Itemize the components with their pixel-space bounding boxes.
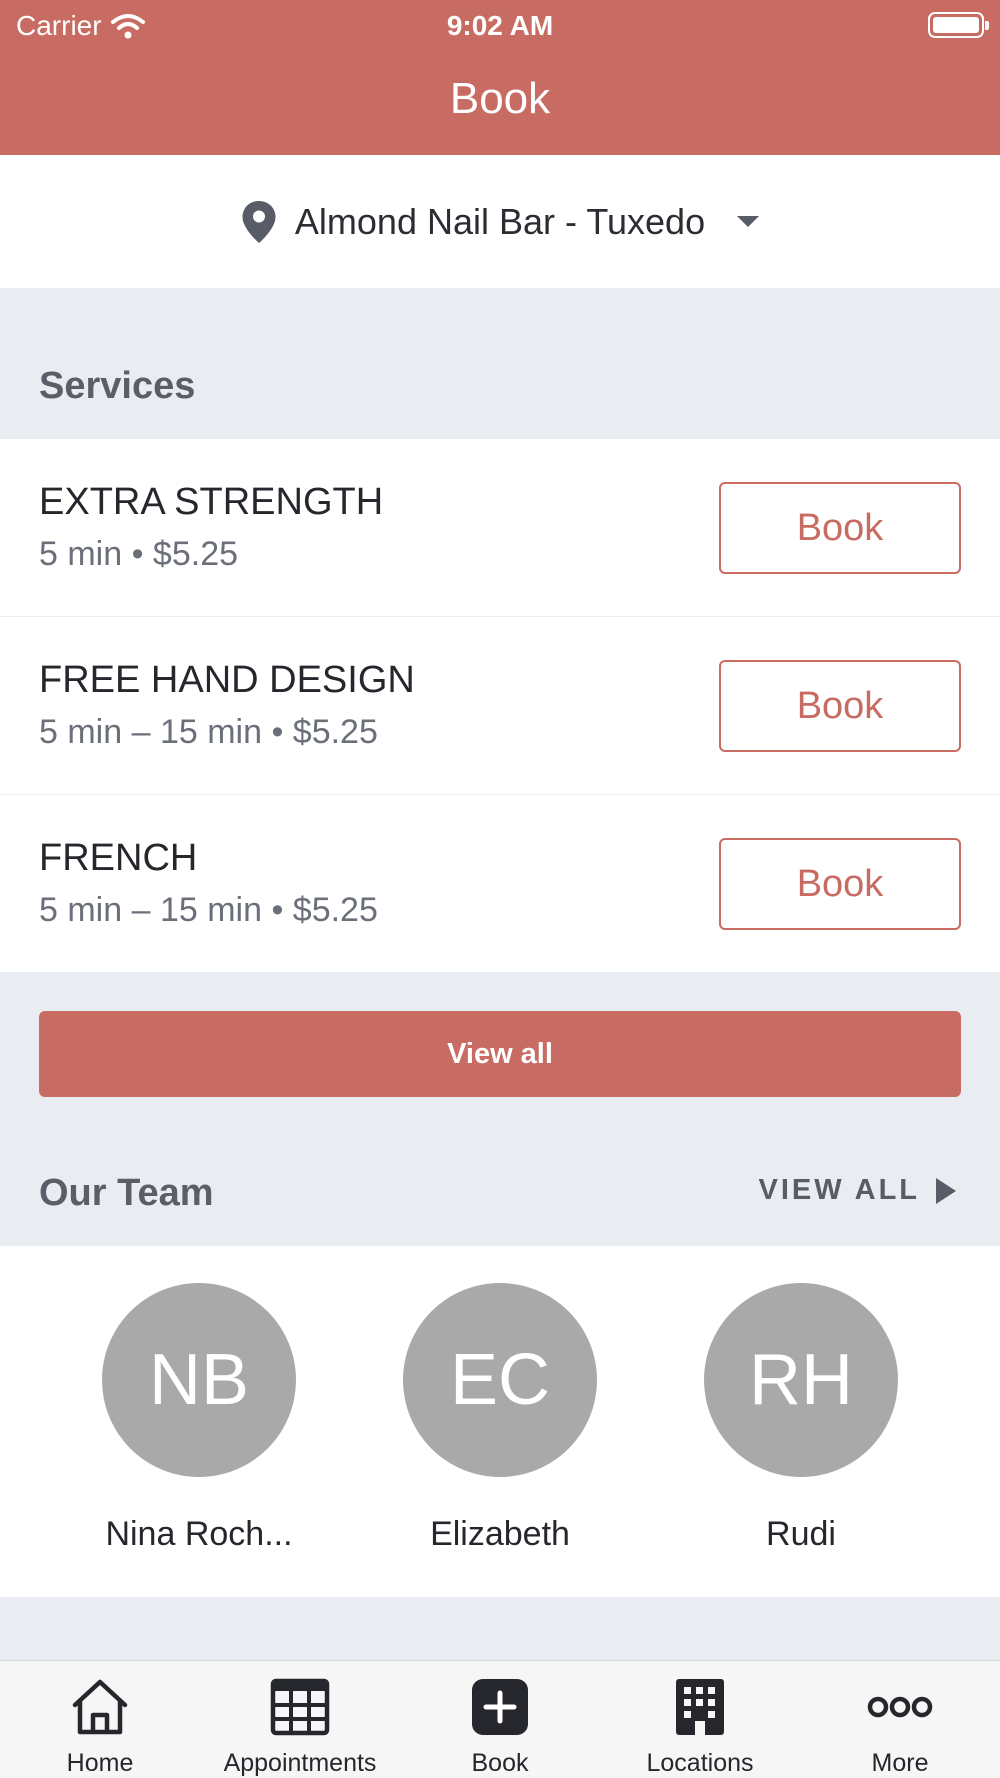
team-member-name: Elizabeth [430,1515,570,1553]
tab-label: Home [66,1749,134,1777]
page-title: Book [449,74,551,123]
location-name: Almond Nail Bar - Tuxedo [294,200,706,242]
services-heading: Services [39,365,196,407]
book-service-button[interactable]: Book [719,838,961,930]
team-list: NB Nina Roch... EC Elizabeth RH Rudi [0,1246,1000,1597]
team-member[interactable]: NB Nina Roch... [99,1283,299,1554]
service-row: FREE HAND DESIGN 5 min – 15 min • $5.25 … [0,617,1000,795]
calendar-grid-icon [270,1678,330,1736]
service-duration-price: 5 min – 15 min • $5.25 [39,891,378,929]
service-name: FREE HAND DESIGN [39,659,415,701]
avatar: RH [704,1283,898,1477]
tab-label: Locations [646,1749,754,1777]
avatar: EC [403,1283,597,1477]
service-name: FRENCH [39,837,198,879]
building-icon [676,1679,724,1735]
services-list: EXTRA STRENGTH 5 min • $5.25 Book FREE H… [0,439,1000,972]
service-row: FRENCH 5 min – 15 min • $5.25 Book [0,795,1000,972]
app-header: Carrier 9:02 AM Book [0,0,1000,155]
team-member-name: Rudi [766,1515,836,1553]
tab-label: Appointments [223,1749,377,1777]
avatar: NB [102,1283,296,1477]
view-all-team-label: VIEW ALL [758,1174,920,1206]
plus-icon [472,1679,528,1735]
service-duration-price: 5 min • $5.25 [39,535,239,573]
tab-bar: Home Appointments Book Locations More [0,1660,1000,1778]
view-all-team-link[interactable]: VIEW ALL [759,1174,956,1207]
tab-label: Book [471,1749,529,1777]
tab-more[interactable]: More [800,1675,1000,1778]
view-all-services-button[interactable]: View all [39,1011,961,1097]
chevron-down-icon [737,216,760,227]
team-member[interactable]: EC Elizabeth [400,1283,600,1554]
team-heading: Our Team [39,1172,214,1214]
location-selector[interactable]: Almond Nail Bar - Tuxedo [0,155,1000,288]
battery-icon [928,12,989,38]
more-dots-icon [867,1696,933,1718]
arrow-right-icon [936,1177,956,1204]
status-time: 9:02 AM [446,10,554,41]
tab-book[interactable]: Book [400,1675,600,1778]
service-name: EXTRA STRENGTH [39,481,384,523]
service-duration-price: 5 min – 15 min • $5.25 [39,713,378,751]
book-screen: Carrier 9:02 AM Book Almond Nail Bar - T… [0,0,1000,1778]
home-icon [72,1679,128,1735]
tab-locations[interactable]: Locations [600,1675,800,1778]
tab-label: More [871,1749,929,1777]
tab-home[interactable]: Home [0,1675,200,1778]
status-bar: Carrier 9:02 AM [0,0,1000,50]
team-member-name: Nina Roch... [105,1515,293,1553]
book-service-button[interactable]: Book [719,482,961,574]
map-pin-icon [242,200,276,243]
tab-appointments[interactable]: Appointments [200,1675,400,1778]
service-row: EXTRA STRENGTH 5 min • $5.25 Book [0,439,1000,617]
team-member[interactable]: RH Rudi [701,1283,901,1554]
book-service-button[interactable]: Book [719,660,961,752]
